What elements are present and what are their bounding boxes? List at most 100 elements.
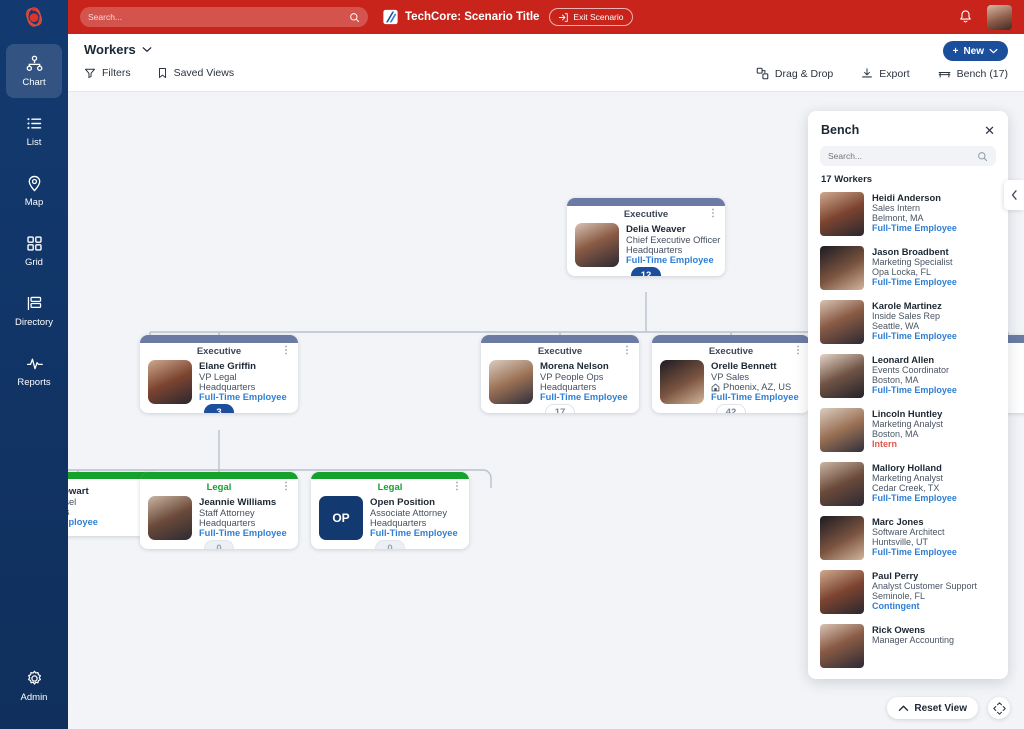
- reports-count-badge[interactable]: 17: [545, 404, 575, 413]
- global-search-input[interactable]: [88, 12, 349, 22]
- close-icon[interactable]: ✕: [984, 124, 995, 137]
- reports-count-badge[interactable]: 3: [204, 404, 234, 413]
- new-button[interactable]: + New: [942, 41, 1008, 61]
- saved-views-label: Saved Views: [173, 67, 235, 79]
- user-avatar[interactable]: [987, 4, 1012, 30]
- org-card-jeannie-williams[interactable]: Legal ⋮ Jeannie Williams Staff Attorney …: [140, 472, 298, 549]
- card-accent-bar: [140, 472, 298, 479]
- worker-location-label: Headquarters: [199, 382, 256, 392]
- list-item[interactable]: Paul Perry Analyst Customer Support Semi…: [820, 566, 996, 620]
- scenario-icon: [383, 9, 398, 25]
- sidebar-item-chart[interactable]: Chart: [6, 44, 62, 98]
- worker-role: VP Sales: [711, 372, 750, 382]
- worker-name: Leonard Allen: [872, 354, 935, 365]
- list-item[interactable]: Rick Owens Manager Accounting: [820, 620, 996, 674]
- reports-count-badge[interactable]: 12: [631, 267, 661, 276]
- expand-icon: [992, 701, 1006, 715]
- card-accent-bar: [140, 335, 298, 343]
- card-menu-button[interactable]: ⋮: [793, 346, 803, 356]
- fit-to-screen-button[interactable]: [988, 697, 1010, 719]
- card-menu-button[interactable]: ⋮: [281, 346, 291, 356]
- card-menu-button[interactable]: ⋮: [708, 209, 718, 219]
- worker-location: Seminole, FL: [872, 591, 926, 601]
- worker-employment-type: Full-Time Employee: [872, 547, 957, 557]
- list-item[interactable]: Mallory Holland Marketing Analyst Cedar …: [820, 458, 996, 512]
- worker-name: Elane Griffin: [199, 361, 257, 372]
- worker-employment-type: Full-Time Employee: [626, 255, 714, 265]
- worker-employment-type: Full-Time Employee: [199, 528, 287, 538]
- worker-location: Huntsville, UT: [872, 537, 929, 547]
- global-search[interactable]: [80, 7, 368, 27]
- export-button[interactable]: Export: [861, 67, 910, 80]
- worker-location: Headquarters: [370, 518, 458, 528]
- bench-search[interactable]: [820, 146, 996, 166]
- reports-count-badge[interactable]: 42: [716, 404, 746, 413]
- worker-name: Rick Owens: [872, 624, 926, 635]
- org-chart-icon: [26, 55, 42, 71]
- collapse-panel-button[interactable]: [1004, 180, 1024, 210]
- list-icon: [26, 118, 41, 129]
- card-menu-button[interactable]: ⋮: [281, 482, 291, 492]
- worker-role: VP Legal: [199, 372, 237, 382]
- sidebar-item-label: Directory: [14, 317, 53, 328]
- list-item[interactable]: Jason Broadbent Marketing Specialist Opa…: [820, 242, 996, 296]
- filters-label: Filters: [102, 67, 131, 79]
- drag-drop-button[interactable]: Drag & Drop: [756, 67, 833, 80]
- worker-role: Marketing Analyst: [872, 473, 944, 483]
- reports-count-badge[interactable]: 0: [204, 540, 234, 549]
- worker-location-label: Headquarters: [199, 518, 256, 528]
- pulse-icon: [26, 358, 43, 370]
- home-icon: [711, 383, 720, 391]
- org-card-elane-griffin[interactable]: Executive ⋮ Elane Griffin VP Legal Headq…: [140, 335, 298, 413]
- scenario-title: TechCore: Scenario Title: [405, 11, 540, 23]
- org-chart-canvas[interactable]: Executive ⋮ Delia Weaver Chief Executive…: [68, 92, 1024, 729]
- reports-count-badge[interactable]: 0: [375, 540, 405, 549]
- card-menu-button[interactable]: ⋮: [622, 346, 632, 356]
- bench-search-input[interactable]: [828, 151, 977, 161]
- sidebar-item-label: Admin: [20, 692, 48, 703]
- list-item[interactable]: Karole Martinez Inside Sales Rep Seattle…: [820, 296, 996, 350]
- worker-name: Mallory Holland: [872, 462, 942, 473]
- list-item[interactable]: Leonard Allen Events Coordinator Boston,…: [820, 350, 996, 404]
- list-item[interactable]: Lincoln Huntley Marketing Analyst Boston…: [820, 404, 996, 458]
- bench-worker-list[interactable]: Heidi Anderson Sales Intern Belmont, MA …: [808, 188, 1008, 674]
- sidebar-item-directory[interactable]: Directory: [6, 284, 62, 338]
- sidebar-item-list[interactable]: List: [6, 104, 62, 158]
- worker-name: Paul Perry: [872, 570, 919, 581]
- worker-name: Karole Martinez: [872, 300, 942, 311]
- page-title: Workers: [84, 42, 136, 57]
- bookmark-icon: [158, 68, 166, 78]
- card-department: Executive ⋮: [140, 343, 298, 358]
- worker-role: Chief Executive Officer: [626, 235, 721, 245]
- exit-scenario-button[interactable]: Exit Scenario: [549, 8, 633, 26]
- org-card-morena-nelson[interactable]: Executive ⋮ Morena Nelson VP People Ops …: [481, 335, 639, 413]
- org-card-ceo[interactable]: Executive ⋮ Delia Weaver Chief Executive…: [567, 198, 725, 276]
- bench-icon: [938, 71, 950, 78]
- list-item[interactable]: Marc Jones Software Architect Huntsville…: [820, 512, 996, 566]
- notifications-bell-icon[interactable]: [958, 9, 973, 25]
- org-card-open-position[interactable]: Legal ⋮ OP Open Position Associate Attor…: [311, 472, 469, 549]
- top-bar: TechCore: Scenario Title Exit Scenario: [0, 0, 1024, 34]
- worker-employment-type: Contingent: [872, 601, 920, 611]
- worker-location: Headquarters: [199, 382, 287, 392]
- reset-view-label: Reset View: [914, 702, 967, 714]
- sidebar-item-grid[interactable]: Grid: [6, 224, 62, 278]
- filters-button[interactable]: Filters: [84, 67, 131, 79]
- open-position-avatar: OP: [319, 496, 363, 540]
- sidebar-item-admin[interactable]: Admin: [6, 659, 62, 713]
- worker-role: Marketing Specialist: [872, 257, 953, 267]
- worker-name: Stewart: [68, 486, 89, 497]
- sidebar: Chart List Map Grid Directory Reports Ad…: [0, 0, 68, 729]
- list-item[interactable]: Heidi Anderson Sales Intern Belmont, MA …: [820, 188, 996, 242]
- view-selector[interactable]: Workers: [84, 42, 152, 57]
- saved-views-button[interactable]: Saved Views: [157, 67, 235, 79]
- sidebar-item-map[interactable]: Map: [6, 164, 62, 218]
- app-logo[interactable]: [0, 0, 68, 34]
- worker-name: Morena Nelson: [540, 361, 609, 372]
- worker-employment-type: Intern: [872, 439, 898, 449]
- sidebar-item-reports[interactable]: Reports: [6, 344, 62, 398]
- card-menu-button[interactable]: ⋮: [452, 482, 462, 492]
- bench-button[interactable]: Bench (17): [938, 67, 1008, 80]
- reset-view-button[interactable]: Reset View: [887, 697, 978, 719]
- org-card-orelle-bennett[interactable]: Executive ⋮ Orelle Bennett VP Sales Phoe…: [652, 335, 810, 413]
